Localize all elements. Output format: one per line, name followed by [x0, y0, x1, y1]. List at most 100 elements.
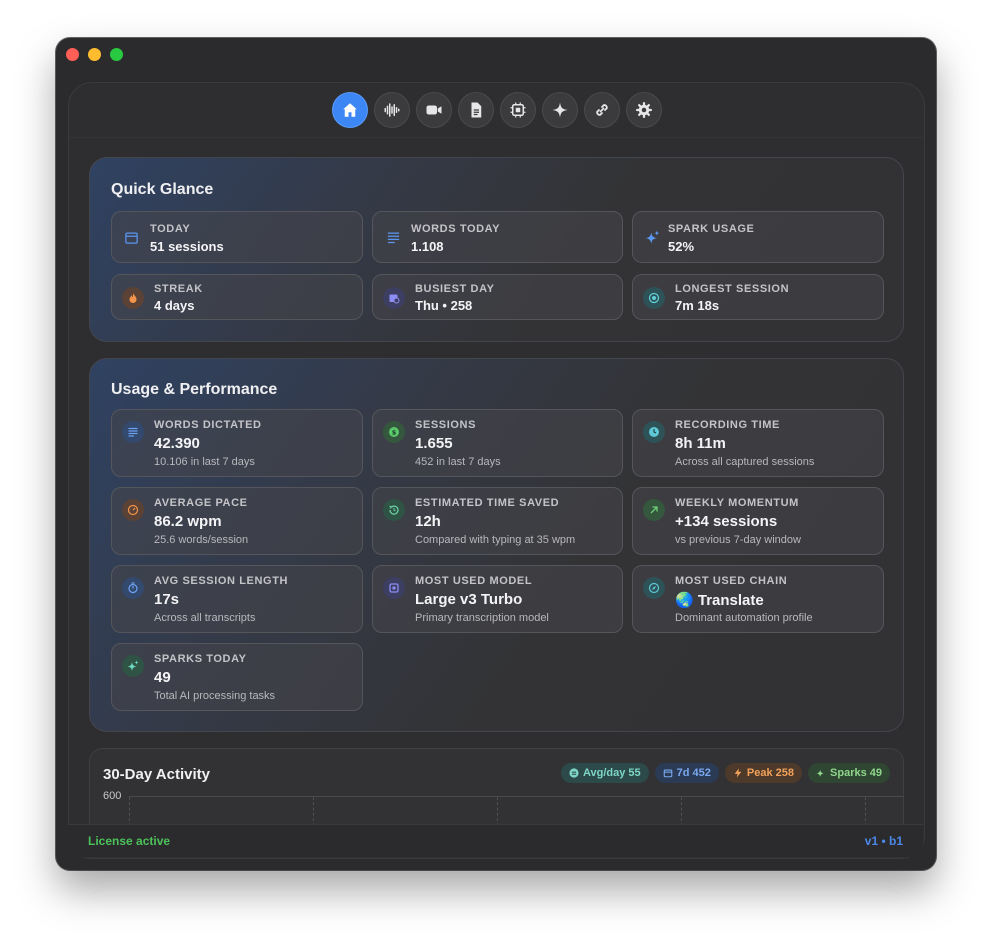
zoom-window-button[interactable] — [110, 48, 123, 61]
usage-performance-section: Usage & Performance WORDS DICTATED 42.39… — [89, 358, 904, 732]
stat-value: 49 — [154, 669, 171, 686]
home-icon — [342, 103, 357, 117]
sparkle-icon — [816, 769, 824, 778]
home-tab-button[interactable] — [331, 92, 368, 128]
license-status: License active — [88, 834, 171, 848]
waveform-icon — [384, 103, 399, 117]
stat-card-busiest-day: BUSIEST DAY Thu • 258 — [372, 274, 623, 320]
stat-label: MOST USED MODEL — [415, 575, 533, 587]
chip-label: Avg/day 55 — [582, 767, 641, 779]
dollar-icon: $ — [383, 421, 405, 443]
section-title: Quick Glance — [111, 181, 214, 198]
flame-icon — [122, 287, 144, 309]
minimize-window-button[interactable] — [88, 48, 101, 61]
stat-subtext: 10.106 in last 7 days — [154, 456, 255, 468]
stat-card-streak: STREAK 4 days — [111, 274, 363, 320]
calendar-clock-icon — [383, 287, 405, 309]
stat-label: AVG SESSION LENGTH — [154, 575, 289, 587]
documents-tab-button[interactable] — [457, 92, 494, 128]
equals-icon — [569, 768, 579, 778]
chip-avg-per-day: Avg/day 55 — [560, 763, 649, 783]
stat-subtext: vs previous 7-day window — [675, 534, 801, 546]
stat-card-spark-usage: SPARK USAGE 52% — [632, 211, 884, 263]
stat-subtext: Dominant automation profile — [675, 612, 813, 624]
text-lines-icon — [122, 421, 144, 443]
stat-label: AVERAGE PACE — [154, 497, 248, 509]
version-label: v1 • b1 — [864, 834, 903, 848]
stat-label: SPARKS TODAY — [154, 653, 247, 665]
chip-icon — [383, 577, 405, 599]
video-tab-button[interactable] — [415, 92, 452, 128]
stat-value: 12h — [415, 513, 441, 530]
stat-card-longest-session: LONGEST SESSION 7m 18s — [632, 274, 884, 320]
window-controls — [66, 48, 123, 61]
stat-card-average-pace: AVERAGE PACE 86.2 wpm 25.6 words/session — [111, 487, 363, 555]
stat-label: ESTIMATED TIME SAVED — [415, 497, 560, 509]
app-window: Quick Glance TODAY 51 sessions WORDS TOD… — [56, 38, 936, 870]
stat-card-today: TODAY 51 sessions — [111, 211, 363, 263]
sparks-tab-button[interactable] — [541, 92, 578, 128]
transcribe-tab-button[interactable] — [373, 92, 410, 128]
toolbar — [69, 83, 924, 138]
sparkle-icon — [122, 655, 144, 677]
stat-label: WEEKLY MOMENTUM — [675, 497, 799, 509]
chains-tab-button[interactable] — [583, 92, 620, 128]
stat-label: SESSIONS — [415, 419, 477, 431]
chain-name: Translate — [697, 592, 764, 609]
target-icon — [643, 287, 665, 309]
stat-card-sparks-today: SPARKS TODAY 49 Total AI processing task… — [111, 643, 363, 711]
speedometer-icon — [122, 499, 144, 521]
stat-value: 8h 11m — [675, 435, 726, 452]
stat-value: Thu • 258 — [415, 298, 473, 313]
close-window-button[interactable] — [66, 48, 79, 61]
stat-value: 1.655 — [415, 435, 453, 452]
stat-value: 42.390 — [154, 435, 200, 452]
stat-subtext: Across all transcripts — [154, 612, 256, 624]
stat-value: 51 sessions — [150, 239, 224, 254]
quick-glance-section: Quick Glance TODAY 51 sessions WORDS TOD… — [89, 157, 904, 342]
history-icon — [383, 499, 405, 521]
stat-value: 52% — [668, 239, 695, 254]
chip-seven-day: 7d 452 — [654, 763, 719, 783]
link-icon — [595, 104, 608, 116]
models-tab-button[interactable] — [499, 92, 536, 128]
bolt-icon — [734, 768, 742, 778]
stat-subtext: 452 in last 7 days — [415, 456, 501, 468]
sparkle-icon — [645, 230, 660, 244]
stat-label: BUSIEST DAY — [415, 283, 495, 295]
stat-label: WORDS DICTATED — [154, 419, 262, 431]
status-bar: License active v1 • b1 — [68, 824, 923, 857]
stat-card-words-dictated: WORDS DICTATED 42.390 10.106 in last 7 d… — [111, 409, 363, 477]
stat-value: 86.2 wpm — [154, 513, 222, 530]
section-title: Usage & Performance — [111, 381, 278, 398]
stat-card-words-today: WORDS TODAY 1.108 — [372, 211, 623, 263]
stat-card-time-saved: ESTIMATED TIME SAVED 12h Compared with t… — [372, 487, 623, 555]
stat-subtext: Compared with typing at 35 wpm — [415, 534, 576, 546]
chip-label: Peak 258 — [746, 767, 795, 779]
stat-label: MOST USED CHAIN — [675, 575, 788, 587]
stat-subtext: 25.6 words/session — [154, 534, 249, 546]
chip-icon — [510, 102, 525, 118]
globe-emoji-icon: 🌏 — [675, 592, 694, 609]
sparkle-icon — [552, 102, 567, 118]
activity-stat-chips: Avg/day 55 7d 452 Peak 258 Sparks 49 — [560, 763, 890, 783]
compass-icon — [643, 577, 665, 599]
stat-label: WORDS TODAY — [411, 223, 501, 235]
gear-icon — [635, 102, 652, 118]
stat-label: TODAY — [150, 223, 191, 235]
stat-subtext: Across all captured sessions — [675, 456, 815, 468]
settings-tab-button[interactable] — [625, 92, 662, 128]
stat-label: SPARK USAGE — [668, 223, 755, 235]
stat-card-recording-time: RECORDING TIME 8h 11m Across all capture… — [632, 409, 884, 477]
chip-label: Sparks 49 — [830, 767, 882, 779]
section-title: 30-Day Activity — [103, 766, 210, 783]
stat-value: 1.108 — [411, 239, 444, 254]
chip-label: 7d 452 — [676, 767, 711, 779]
stat-card-most-used-model: MOST USED MODEL Large v3 Turbo Primary t… — [372, 565, 623, 633]
clock-icon — [643, 421, 665, 443]
stat-card-weekly-momentum: WEEKLY MOMENTUM +134 sessions vs previou… — [632, 487, 884, 555]
stat-card-most-used-chain: MOST USED CHAIN 🌏 Translate Dominant aut… — [632, 565, 884, 633]
stat-label: RECORDING TIME — [675, 419, 780, 431]
chart-gridline — [129, 796, 903, 797]
stat-subtext: Primary transcription model — [415, 612, 549, 624]
